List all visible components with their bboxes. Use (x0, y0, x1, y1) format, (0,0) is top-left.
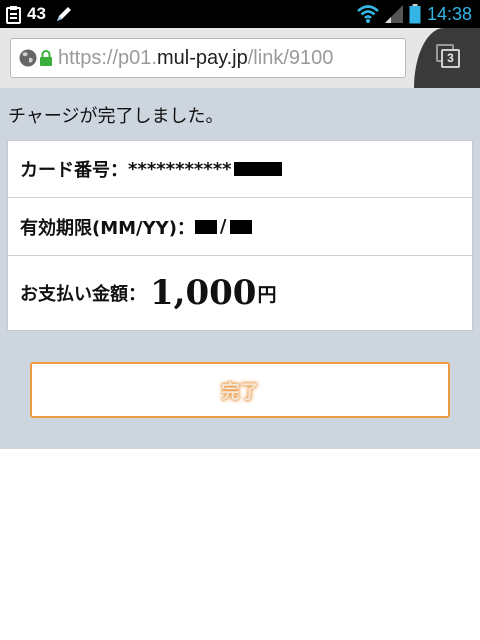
amount-value: 1,000 (150, 273, 257, 313)
expiry-separator: / (219, 216, 227, 237)
url-path: /link/9100 (247, 46, 334, 69)
globe-icon (19, 49, 37, 67)
completion-message: チャージが完了しました。 (8, 106, 224, 127)
url-bar[interactable]: https://p01.mul-pay.jp/link/9100 (10, 38, 406, 78)
tab-count: 3 (441, 49, 460, 68)
wifi-icon (357, 5, 379, 23)
expiry-label: 有効期限(MM/YY)： (20, 217, 195, 239)
amount-row: お支払い金額： 1,000 円 (8, 256, 472, 330)
status-right: 14:38 (356, 3, 472, 25)
status-bar: 43 14:38 (0, 0, 480, 28)
notification-count: 43 (27, 4, 46, 23)
status-left: 43 (6, 3, 74, 25)
lock-icon (40, 50, 52, 66)
card-number-redaction (233, 162, 282, 176)
clock: 14:38 (426, 3, 472, 24)
expiry-year-redaction (229, 219, 252, 234)
page-content: チャージが完了しました。 カード番号： *********** 有効期限(MM/… (0, 88, 480, 449)
expiry-row: 有効期限(MM/YY)： / (8, 198, 472, 256)
url-domain: mul-pay.jp (156, 46, 248, 69)
browser-toolbar: https://p01.mul-pay.jp/link/9100 3 (0, 28, 480, 88)
tab-switcher[interactable]: 3 (414, 28, 480, 88)
tabs-icon: 3 (436, 44, 460, 68)
card-number-row: カード番号： *********** (8, 141, 472, 198)
battery-icon (409, 4, 421, 24)
signal-icon (384, 5, 403, 23)
url-prefix: https://p01. (58, 46, 157, 69)
clipboard-icon (6, 5, 21, 24)
pen-icon (56, 7, 71, 21)
card-number-label: カード番号： (20, 160, 128, 181)
payment-details: カード番号： *********** 有効期限(MM/YY)： / お支払い金額… (7, 140, 473, 331)
expiry-month-redaction (194, 219, 217, 234)
url-text: https://p01.mul-pay.jp/link/9100 (58, 47, 333, 70)
done-button[interactable]: 完了 (30, 362, 450, 418)
amount-label: お支払い金額： (20, 284, 146, 305)
card-number-value: *********** (128, 158, 232, 180)
amount-unit: 円 (257, 284, 277, 306)
